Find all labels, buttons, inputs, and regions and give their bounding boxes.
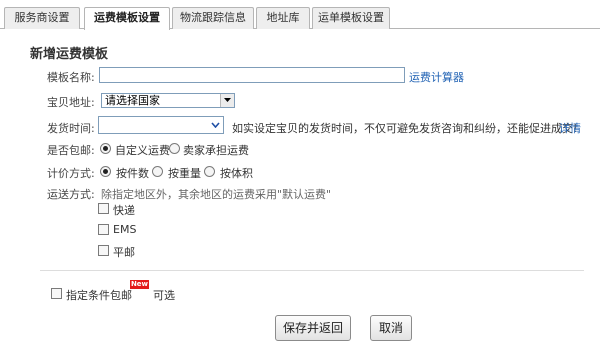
tab-bar: 服务商设置 运费模板设置 物流跟踪信息 地址库 运单模板设置 xyxy=(0,0,600,30)
address-label: 宝贝地址: xyxy=(47,96,95,109)
custom-freight-label: 自定义运费 xyxy=(115,144,170,157)
tab-logistics-tracking[interactable]: 物流跟踪信息 xyxy=(172,7,254,29)
seller-pays-radio[interactable] xyxy=(169,143,180,154)
country-select[interactable]: 请选择国家 xyxy=(101,93,235,108)
country-select-value: 请选择国家 xyxy=(105,94,160,107)
express-label: 快递 xyxy=(113,204,135,217)
by-volume-radio[interactable] xyxy=(204,166,215,177)
by-count-radio[interactable] xyxy=(100,166,111,177)
optional-label: 可选 xyxy=(153,289,175,302)
delivery-hint: 除指定地区外，其余地区的运费采用"默认运费" xyxy=(101,188,332,201)
tab-waybill-template[interactable]: 运单模板设置 xyxy=(312,7,390,29)
conditional-free-label: 指定条件包邮 xyxy=(66,289,132,302)
cancel-button[interactable]: 取消 xyxy=(370,315,412,341)
by-volume-label: 按体积 xyxy=(220,167,253,180)
save-and-return-button[interactable]: 保存并返回 xyxy=(275,315,351,341)
ship-time-label: 发货时间: xyxy=(47,122,95,135)
express-checkbox[interactable] xyxy=(98,203,109,214)
by-weight-radio[interactable] xyxy=(152,166,163,177)
chevron-down-icon xyxy=(209,117,223,133)
by-weight-label: 按重量 xyxy=(168,167,201,180)
tab-service-provider[interactable]: 服务商设置 xyxy=(4,7,80,29)
seller-pays-label: 卖家承担运费 xyxy=(183,144,249,157)
custom-freight-radio[interactable] xyxy=(100,143,111,154)
ship-time-select[interactable] xyxy=(98,116,224,134)
ems-checkbox[interactable] xyxy=(98,224,109,235)
freight-calculator-link[interactable]: 运费计算器 xyxy=(409,69,464,85)
tab-shipping-template[interactable]: 运费模板设置 xyxy=(84,7,170,30)
by-count-label: 按件数 xyxy=(116,167,149,180)
chevron-down-icon xyxy=(220,94,234,107)
ems-label: EMS xyxy=(113,223,137,236)
conditional-free-checkbox[interactable] xyxy=(51,288,62,299)
free-shipping-label: 是否包邮: xyxy=(47,144,95,157)
surface-mail-checkbox[interactable] xyxy=(98,245,109,256)
template-name-label: 模板名称: xyxy=(47,71,95,84)
divider xyxy=(40,270,584,271)
template-name-input[interactable] xyxy=(99,67,405,83)
ship-time-hint: 如实设定宝贝的发货时间，不仅可避免发货咨询和纠纷，还能促进成交! xyxy=(232,122,578,135)
surface-mail-label: 平邮 xyxy=(113,246,135,259)
page-title: 新增运费模板 xyxy=(30,47,109,62)
tab-address-book[interactable]: 地址库 xyxy=(256,7,310,29)
pricing-label: 计价方式: xyxy=(47,167,95,180)
delivery-label: 运送方式: xyxy=(47,188,95,201)
new-badge: New xyxy=(130,280,149,289)
ship-time-detail-link[interactable]: 详情 xyxy=(559,120,581,136)
